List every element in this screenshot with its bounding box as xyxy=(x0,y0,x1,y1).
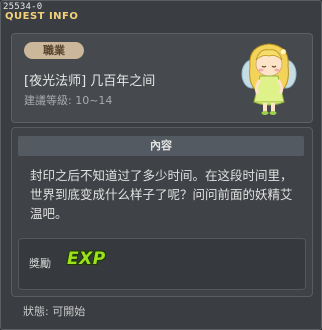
quest-status: 狀態: 可開始 xyxy=(23,305,86,318)
window-title: QUEST INFO xyxy=(5,11,79,22)
job-tag: 職業 xyxy=(24,42,84,59)
reward-box: 獎勵 EXP xyxy=(18,238,306,290)
level-range: 建議等級: 10~14 xyxy=(24,94,113,107)
quest-header-panel: 職業 [夜光法师] 几百年之间 建議等級: 10~14 xyxy=(11,33,313,123)
quest-description: 封印之后不知道过了多少时间。在这段时间里，世界到底变成什么样子了呢？问问前面的妖… xyxy=(30,168,293,221)
quest-name: [夜光法师] 几百年之间 xyxy=(24,74,156,89)
content-heading: 內容 xyxy=(18,136,304,156)
quest-content-panel: 內容 封印之后不知道过了多少时间。在这段时间里，世界到底变成什么样子了呢？问问前… xyxy=(11,127,313,297)
reward-label: 獎勵 xyxy=(29,257,51,270)
exp-reward-icon: EXP xyxy=(67,249,106,269)
fairy-npc-icon xyxy=(238,40,300,116)
quest-info-window: 25534-0 QUEST INFO 職業 [夜光法师] 几百年之间 建議等級:… xyxy=(0,0,322,330)
